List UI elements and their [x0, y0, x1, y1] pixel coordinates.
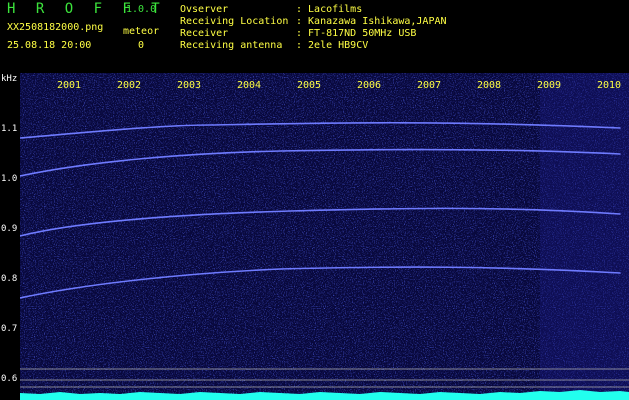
- meteor-label: meteor: [123, 26, 160, 37]
- year-label: 2007: [417, 80, 442, 91]
- year-label: 2001: [57, 80, 82, 91]
- year-label: 2006: [357, 80, 382, 91]
- year-label: 2008: [477, 80, 502, 91]
- spectrogram-canvas: [20, 73, 629, 400]
- year-label: 2005: [297, 80, 322, 91]
- tick-label-0-6: 0.6: [1, 374, 18, 384]
- app-version: 1.0.0: [126, 4, 157, 15]
- tick-label-1-0: 1.0: [1, 174, 18, 184]
- info-observer: Ovserver: Lacofilms: [180, 4, 363, 15]
- noise-band: [540, 73, 629, 400]
- tick-label-0-8: 0.8: [1, 274, 18, 284]
- year-label: 2004: [237, 80, 262, 91]
- year-label: 2002: [117, 80, 142, 91]
- tick-label-0-7: 0.7: [1, 324, 18, 334]
- meteor-count: 0: [138, 40, 145, 51]
- info-receiver: Receiver: FT-817ND 50MHz USB: [180, 28, 417, 39]
- info-location: Receiving Location: Kanazawa Ishikawa,JA…: [180, 16, 447, 27]
- tick-label-0-9: 0.9: [1, 224, 18, 234]
- year-label: 2010: [597, 80, 622, 91]
- year-label: 2009: [537, 80, 562, 91]
- axis-unit: kHz: [1, 74, 18, 84]
- file-name: XX2508182000.png: [7, 22, 104, 33]
- info-antenna: Receiving antenna: 2ele HB9CV: [180, 40, 369, 51]
- noise-texture: [20, 73, 629, 400]
- spectrogram: [20, 73, 629, 400]
- date-time: 25.08.18 20:00: [7, 40, 92, 51]
- tick-label-1-1: 1.1: [1, 124, 18, 134]
- year-label: 2003: [177, 80, 202, 91]
- header-panel: H R O F F T 1.0.0 XX2508182000.png meteo…: [0, 0, 629, 72]
- frequency-axis: kHz 1.1 1.0 0.9 0.8 0.7 0.6: [0, 73, 20, 400]
